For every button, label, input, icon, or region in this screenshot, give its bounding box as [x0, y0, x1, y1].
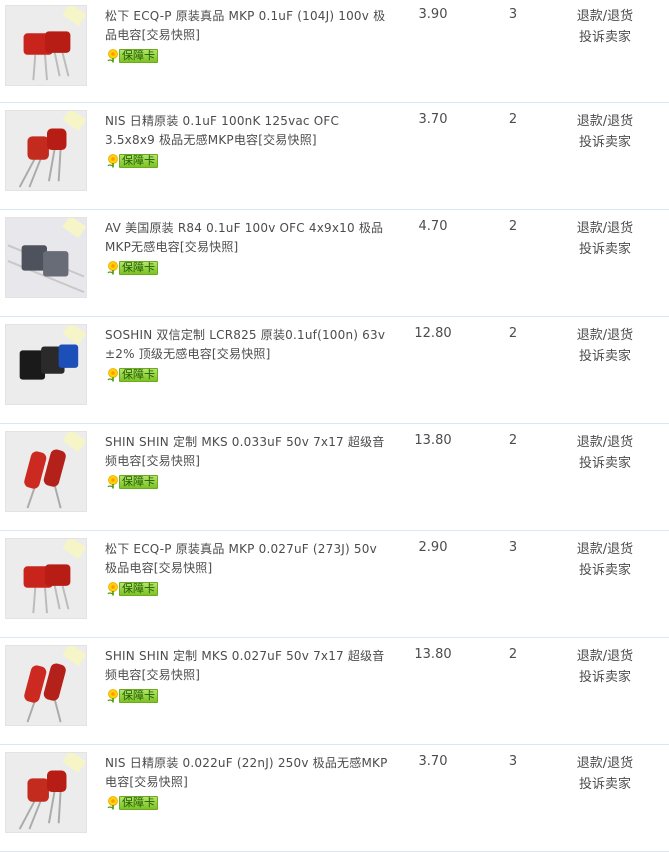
product-thumbnail[interactable] — [5, 431, 87, 512]
quantity: 2 — [508, 647, 518, 662]
complain-seller-link[interactable]: 投诉卖家 — [570, 132, 640, 153]
order-item-row: 松下 ECQ-P 原装真品 MKP 0.1uF (104J) 100v 极品电容… — [0, 0, 669, 103]
quantity: 2 — [508, 112, 518, 127]
refund-return-link[interactable]: 退款/退货 — [570, 325, 640, 346]
quantity: 2 — [508, 433, 518, 448]
product-title-link[interactable]: NIS 日精原装 0.1uF 100nK 125vac OFC 3.5x8x9 … — [105, 112, 390, 150]
refund-return-link[interactable]: 退款/退货 — [570, 646, 640, 667]
refund-return-link[interactable]: 退款/退货 — [570, 218, 640, 239]
order-actions: 退款/退货 投诉卖家 — [570, 6, 640, 48]
product-thumbnail[interactable] — [5, 752, 87, 833]
refund-return-link[interactable]: 退款/退货 — [570, 432, 640, 453]
product-thumbnail[interactable] — [5, 217, 87, 298]
guarantee-card-label: 保障卡 — [119, 796, 158, 810]
guarantee-card-label: 保障卡 — [119, 49, 158, 63]
quantity: 2 — [508, 326, 518, 341]
refund-return-link[interactable]: 退款/退货 — [570, 753, 640, 774]
product-title-link[interactable]: SHIN SHIN 定制 MKS 0.033uF 50v 7x17 超级音频电容… — [105, 433, 390, 471]
complain-seller-link[interactable]: 投诉卖家 — [570, 560, 640, 581]
product-thumbnail[interactable] — [5, 324, 87, 405]
order-actions: 退款/退货 投诉卖家 — [570, 218, 640, 260]
order-actions: 退款/退货 投诉卖家 — [570, 646, 640, 688]
order-actions: 退款/退货 投诉卖家 — [570, 325, 640, 367]
order-item-row: 松下 ECQ-P 原装真品 MKP 0.027uF (273J) 50v 极品电… — [0, 531, 669, 638]
unit-price: 13.80 — [414, 433, 452, 448]
guarantee-card-badge[interactable]: 保障卡 — [105, 49, 158, 63]
guarantee-card-badge[interactable]: 保障卡 — [105, 154, 158, 168]
product-title-link[interactable]: AV 美国原装 R84 0.1uF 100v OFC 4x9x10 极品MKP无… — [105, 219, 390, 257]
product-thumbnail[interactable] — [5, 645, 87, 726]
quantity: 3 — [508, 754, 518, 769]
order-item-row: NIS 日精原装 0.1uF 100nK 125vac OFC 3.5x8x9 … — [0, 103, 669, 210]
unit-price: 4.70 — [418, 219, 448, 234]
guarantee-card-badge[interactable]: 保障卡 — [105, 261, 158, 275]
guarantee-card-badge[interactable]: 保障卡 — [105, 368, 158, 382]
product-title-link[interactable]: 松下 ECQ-P 原装真品 MKP 0.027uF (273J) 50v 极品电… — [105, 540, 390, 578]
order-item-list: 松下 ECQ-P 原装真品 MKP 0.1uF (104J) 100v 极品电容… — [0, 0, 669, 852]
unit-price: 2.90 — [418, 540, 448, 555]
product-title-link[interactable]: 松下 ECQ-P 原装真品 MKP 0.1uF (104J) 100v 极品电容… — [105, 7, 390, 45]
order-actions: 退款/退货 投诉卖家 — [570, 432, 640, 474]
quantity: 3 — [508, 540, 518, 555]
quantity: 3 — [508, 7, 518, 22]
complain-seller-link[interactable]: 投诉卖家 — [570, 239, 640, 260]
guarantee-card-label: 保障卡 — [119, 689, 158, 703]
product-thumbnail[interactable] — [5, 110, 87, 191]
guarantee-card-badge[interactable]: 保障卡 — [105, 582, 158, 596]
unit-price: 3.90 — [418, 7, 448, 22]
complain-seller-link[interactable]: 投诉卖家 — [570, 667, 640, 688]
order-item-row: AV 美国原装 R84 0.1uF 100v OFC 4x9x10 极品MKP无… — [0, 210, 669, 317]
guarantee-card-label: 保障卡 — [119, 475, 158, 489]
order-actions: 退款/退货 投诉卖家 — [570, 753, 640, 795]
unit-price: 13.80 — [414, 647, 452, 662]
guarantee-card-label: 保障卡 — [119, 582, 158, 596]
product-thumbnail[interactable] — [5, 538, 87, 619]
order-item-row: SOSHIN 双信定制 LCR825 原装0.1uf(100n) 63v ±2%… — [0, 317, 669, 424]
order-item-row: SHIN SHIN 定制 MKS 0.033uF 50v 7x17 超级音频电容… — [0, 424, 669, 531]
order-item-row: NIS 日精原装 0.022uF (22nJ) 250v 极品无感MKP电容[交… — [0, 745, 669, 852]
refund-return-link[interactable]: 退款/退货 — [570, 6, 640, 27]
complain-seller-link[interactable]: 投诉卖家 — [570, 774, 640, 795]
quantity: 2 — [508, 219, 518, 234]
refund-return-link[interactable]: 退款/退货 — [570, 539, 640, 560]
complain-seller-link[interactable]: 投诉卖家 — [570, 453, 640, 474]
product-title-link[interactable]: SOSHIN 双信定制 LCR825 原装0.1uf(100n) 63v ±2%… — [105, 326, 390, 364]
complain-seller-link[interactable]: 投诉卖家 — [570, 27, 640, 48]
product-title-link[interactable]: NIS 日精原装 0.022uF (22nJ) 250v 极品无感MKP电容[交… — [105, 754, 390, 792]
product-title-link[interactable]: SHIN SHIN 定制 MKS 0.027uF 50v 7x17 超级音频电容… — [105, 647, 390, 685]
unit-price: 3.70 — [418, 754, 448, 769]
complain-seller-link[interactable]: 投诉卖家 — [570, 346, 640, 367]
refund-return-link[interactable]: 退款/退货 — [570, 111, 640, 132]
unit-price: 3.70 — [418, 112, 448, 127]
guarantee-card-label: 保障卡 — [119, 261, 158, 275]
guarantee-card-badge[interactable]: 保障卡 — [105, 796, 158, 810]
guarantee-card-badge[interactable]: 保障卡 — [105, 475, 158, 489]
order-actions: 退款/退货 投诉卖家 — [570, 111, 640, 153]
guarantee-card-label: 保障卡 — [119, 154, 158, 168]
product-thumbnail[interactable] — [5, 5, 87, 86]
order-actions: 退款/退货 投诉卖家 — [570, 539, 640, 581]
guarantee-card-label: 保障卡 — [119, 368, 158, 382]
guarantee-card-badge[interactable]: 保障卡 — [105, 689, 158, 703]
unit-price: 12.80 — [414, 326, 452, 341]
order-item-row: SHIN SHIN 定制 MKS 0.027uF 50v 7x17 超级音频电容… — [0, 638, 669, 745]
